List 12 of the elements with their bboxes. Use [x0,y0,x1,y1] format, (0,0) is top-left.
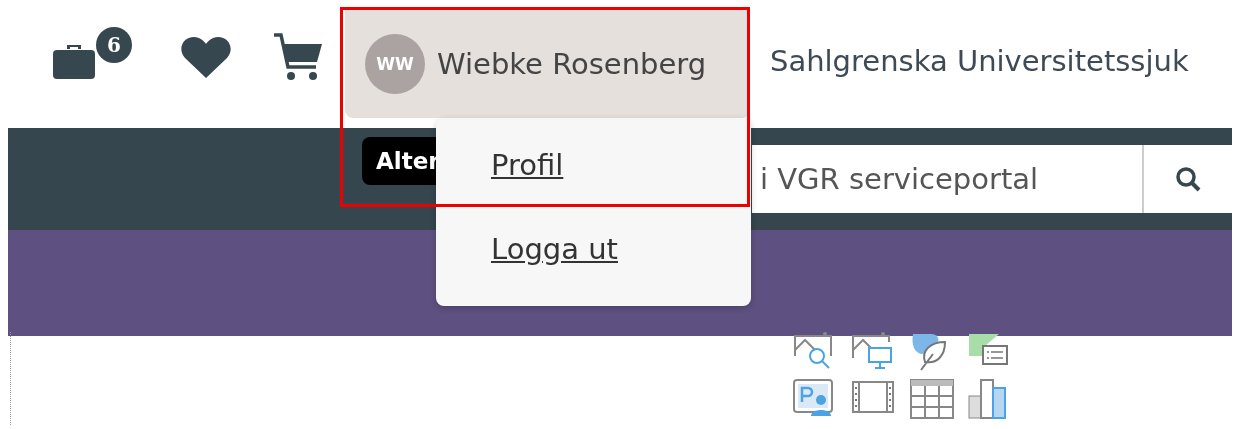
search-input[interactable]: i VGR serviceportal [752,162,1142,196]
organization-name[interactable]: Sahlgrenska Universitetssjuk [770,44,1189,78]
search-icon [1175,166,1201,192]
count-badge: 6 [96,27,132,63]
avatar: WW [365,34,425,94]
menu-link[interactable]: Profil [491,148,564,182]
heart-icon[interactable] [180,36,232,80]
user-menu-button[interactable]: WW Wiebke Rosenberg [345,10,750,118]
search-button[interactable] [1142,145,1232,213]
menu-link[interactable]: Logga ut [491,232,618,266]
table-icon[interactable] [909,378,955,420]
search-field[interactable]: i VGR serviceportal [752,145,1142,213]
